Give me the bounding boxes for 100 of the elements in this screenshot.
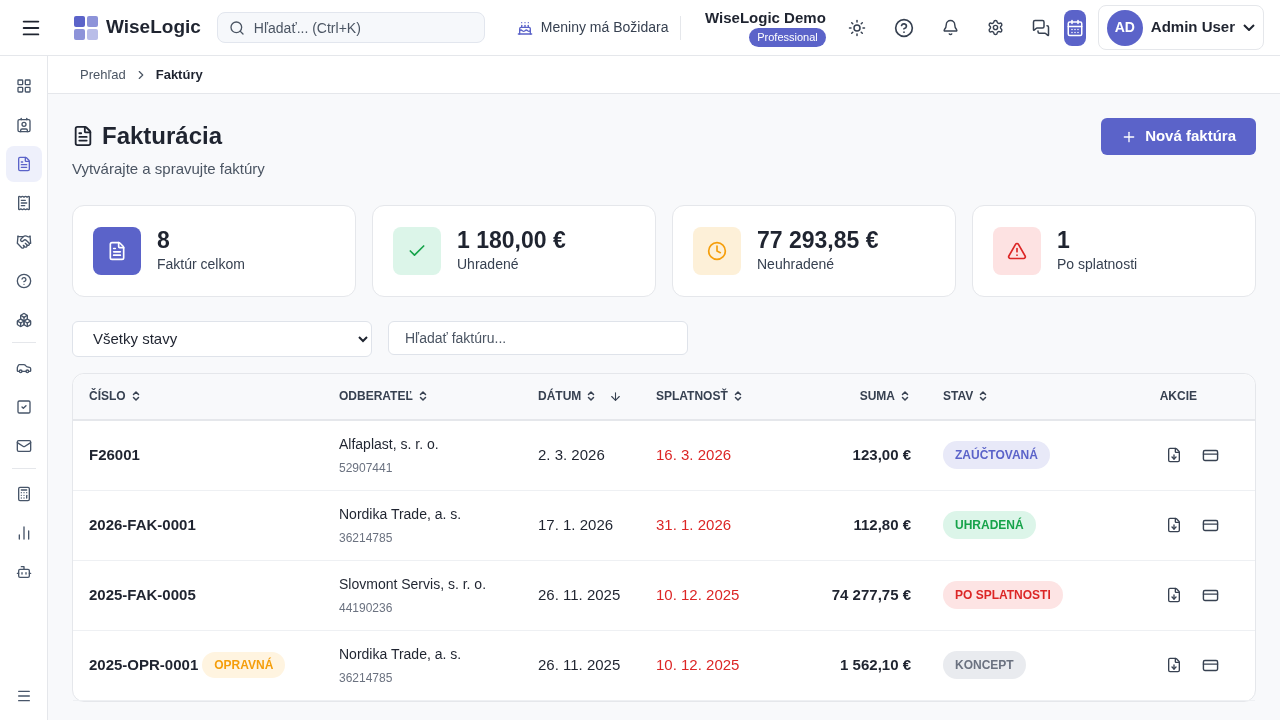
customer-id: 36214785	[339, 529, 394, 547]
stat-label: Faktúr celkom	[157, 255, 245, 274]
column-header[interactable]: ČÍSLO	[89, 387, 142, 405]
search-field[interactable]: Hľadať... (Ctrl+K)	[216, 12, 485, 43]
stat-label: Po splatnosti	[1057, 255, 1138, 274]
grid-icon	[15, 78, 32, 94]
invoice-icon	[72, 125, 94, 147]
chat-icon	[1031, 18, 1050, 37]
column-header[interactable]: STAV	[943, 387, 990, 405]
help-button[interactable]	[893, 17, 914, 38]
logo-icon	[74, 15, 98, 40]
column-header[interactable]: SPLATNOSŤ	[656, 387, 744, 405]
notifications-button[interactable]	[941, 19, 959, 36]
invoice-amount: 1 562,10 €	[840, 654, 911, 675]
invoice-date: 2. 3. 2026	[538, 446, 605, 463]
user-menu-button[interactable]: AD Admin User	[1097, 5, 1264, 50]
pdf-download-button[interactable]	[1166, 516, 1182, 534]
receipt-icon	[15, 195, 32, 211]
file-download-icon	[1166, 587, 1182, 603]
boxes-icon	[15, 312, 32, 328]
column-header[interactable]: SUMA	[859, 387, 911, 405]
chat-button[interactable]	[1031, 18, 1050, 37]
app-name: WiseLogic	[106, 15, 201, 40]
stat-value: 8	[157, 226, 171, 254]
theme-button[interactable]	[847, 18, 866, 37]
status-badge: KONCEPT	[943, 651, 1026, 679]
column-header[interactable]: DÁTUM	[538, 387, 623, 405]
status-badge: ZAÚČTOVANÁ	[943, 441, 1050, 469]
file-download-icon	[1166, 447, 1182, 463]
breadcrumb-item[interactable]: Prehľad	[80, 64, 126, 85]
calendar-icon	[1065, 18, 1084, 37]
invoice-date: 17. 1. 2026	[538, 516, 614, 533]
user-avatar: AD	[1106, 9, 1143, 46]
collapse-menu-button[interactable]	[15, 688, 32, 704]
stat-label: Neuhradené	[757, 255, 836, 274]
stat-label: Uhradené	[457, 255, 520, 274]
mail-icon	[15, 438, 32, 454]
invoice-number[interactable]: 2025-OPR-0001	[89, 653, 199, 677]
contact-card-icon	[15, 117, 32, 133]
status-badge: UHRADENÁ	[943, 511, 1036, 539]
customer-id: 52907441	[339, 459, 394, 477]
stat-value: 1	[1057, 226, 1071, 254]
chevron-icon	[1243, 24, 1255, 31]
breadcrumb-item: Faktúry	[155, 65, 203, 84]
status-badge: PO SPLATNOSTI	[943, 581, 1063, 609]
invoice-number[interactable]: 2025-FAK-0005	[89, 583, 196, 607]
user-name: Admin User	[1150, 17, 1235, 38]
warning-icon	[1007, 240, 1027, 261]
pdf-download-button[interactable]	[1166, 586, 1182, 604]
invoice-amount: 123,00 €	[852, 444, 911, 465]
nameday-text: Meniny má Božidara	[540, 18, 669, 37]
due-date: 10. 12. 2025	[656, 586, 740, 603]
search-icon	[228, 20, 245, 36]
customer-name: Nordika Trade, a. s.	[339, 504, 463, 524]
handshake-icon	[15, 234, 32, 250]
invoice-amount: 112,80 €	[853, 514, 911, 535]
sort-direction-icon	[609, 389, 623, 403]
file-download-icon	[1166, 657, 1182, 673]
column-header: AKCIE	[1159, 388, 1197, 405]
help-icon	[893, 17, 914, 38]
checkbox-icon	[15, 399, 32, 415]
sidebar-item[interactable]	[5, 146, 42, 182]
help-icon	[15, 273, 32, 289]
page-title: Fakturácia	[102, 121, 223, 151]
customer-id: 36214785	[339, 669, 394, 687]
stat-value: 1 180,00 €	[457, 226, 566, 254]
pdf-download-button[interactable]	[1166, 446, 1182, 464]
due-date: 16. 3. 2026	[656, 446, 732, 463]
customer-id: 44190236	[339, 599, 394, 617]
robot-icon	[15, 564, 32, 580]
invoice-icon	[15, 156, 32, 172]
sun-icon	[847, 18, 866, 37]
calendar-button[interactable]	[1063, 9, 1086, 46]
column-header[interactable]: ODBERATEĽ	[339, 387, 429, 405]
calculator-icon	[15, 486, 32, 502]
invoice-date: 26. 11. 2025	[538, 656, 621, 673]
settings-button[interactable]	[986, 19, 1004, 36]
customer-name: Slovmont Servis, s. r. o.	[339, 574, 488, 594]
invoice-number[interactable]: 2026-FAK-0001	[89, 513, 196, 537]
clock-icon	[707, 240, 727, 261]
new-invoice-button[interactable]: Nová faktúra	[1101, 118, 1256, 155]
correction-badge: OPRAVNÁ	[202, 652, 286, 678]
company-name: WiseLogic Demo	[705, 8, 826, 28]
invoice-number[interactable]: F26001	[89, 443, 140, 467]
bell-icon	[941, 19, 959, 36]
customer-name: Alfaplast, s. r. o.	[339, 434, 440, 454]
due-date: 31. 1. 2026	[656, 516, 732, 533]
status-filter[interactable]: Všetky stavy	[72, 320, 372, 357]
menu-icon	[15, 688, 32, 704]
stat-value: 77 293,85 €	[757, 226, 879, 254]
customer-name: Nordika Trade, a. s.	[339, 644, 463, 664]
plan-badge: Professional	[749, 28, 826, 47]
due-date: 10. 12. 2025	[656, 656, 740, 673]
document-icon	[107, 240, 127, 261]
settings-icon	[986, 19, 1004, 36]
pdf-download-button[interactable]	[1166, 656, 1182, 674]
invoice-date: 26. 11. 2025	[538, 586, 621, 603]
page-subtitle: Vytvárajte a spravujte faktúry	[72, 159, 265, 179]
invoice-amount: 74 277,75 €	[831, 584, 911, 605]
invoice-search-field[interactable]: Hľadať faktúru...	[388, 320, 688, 355]
